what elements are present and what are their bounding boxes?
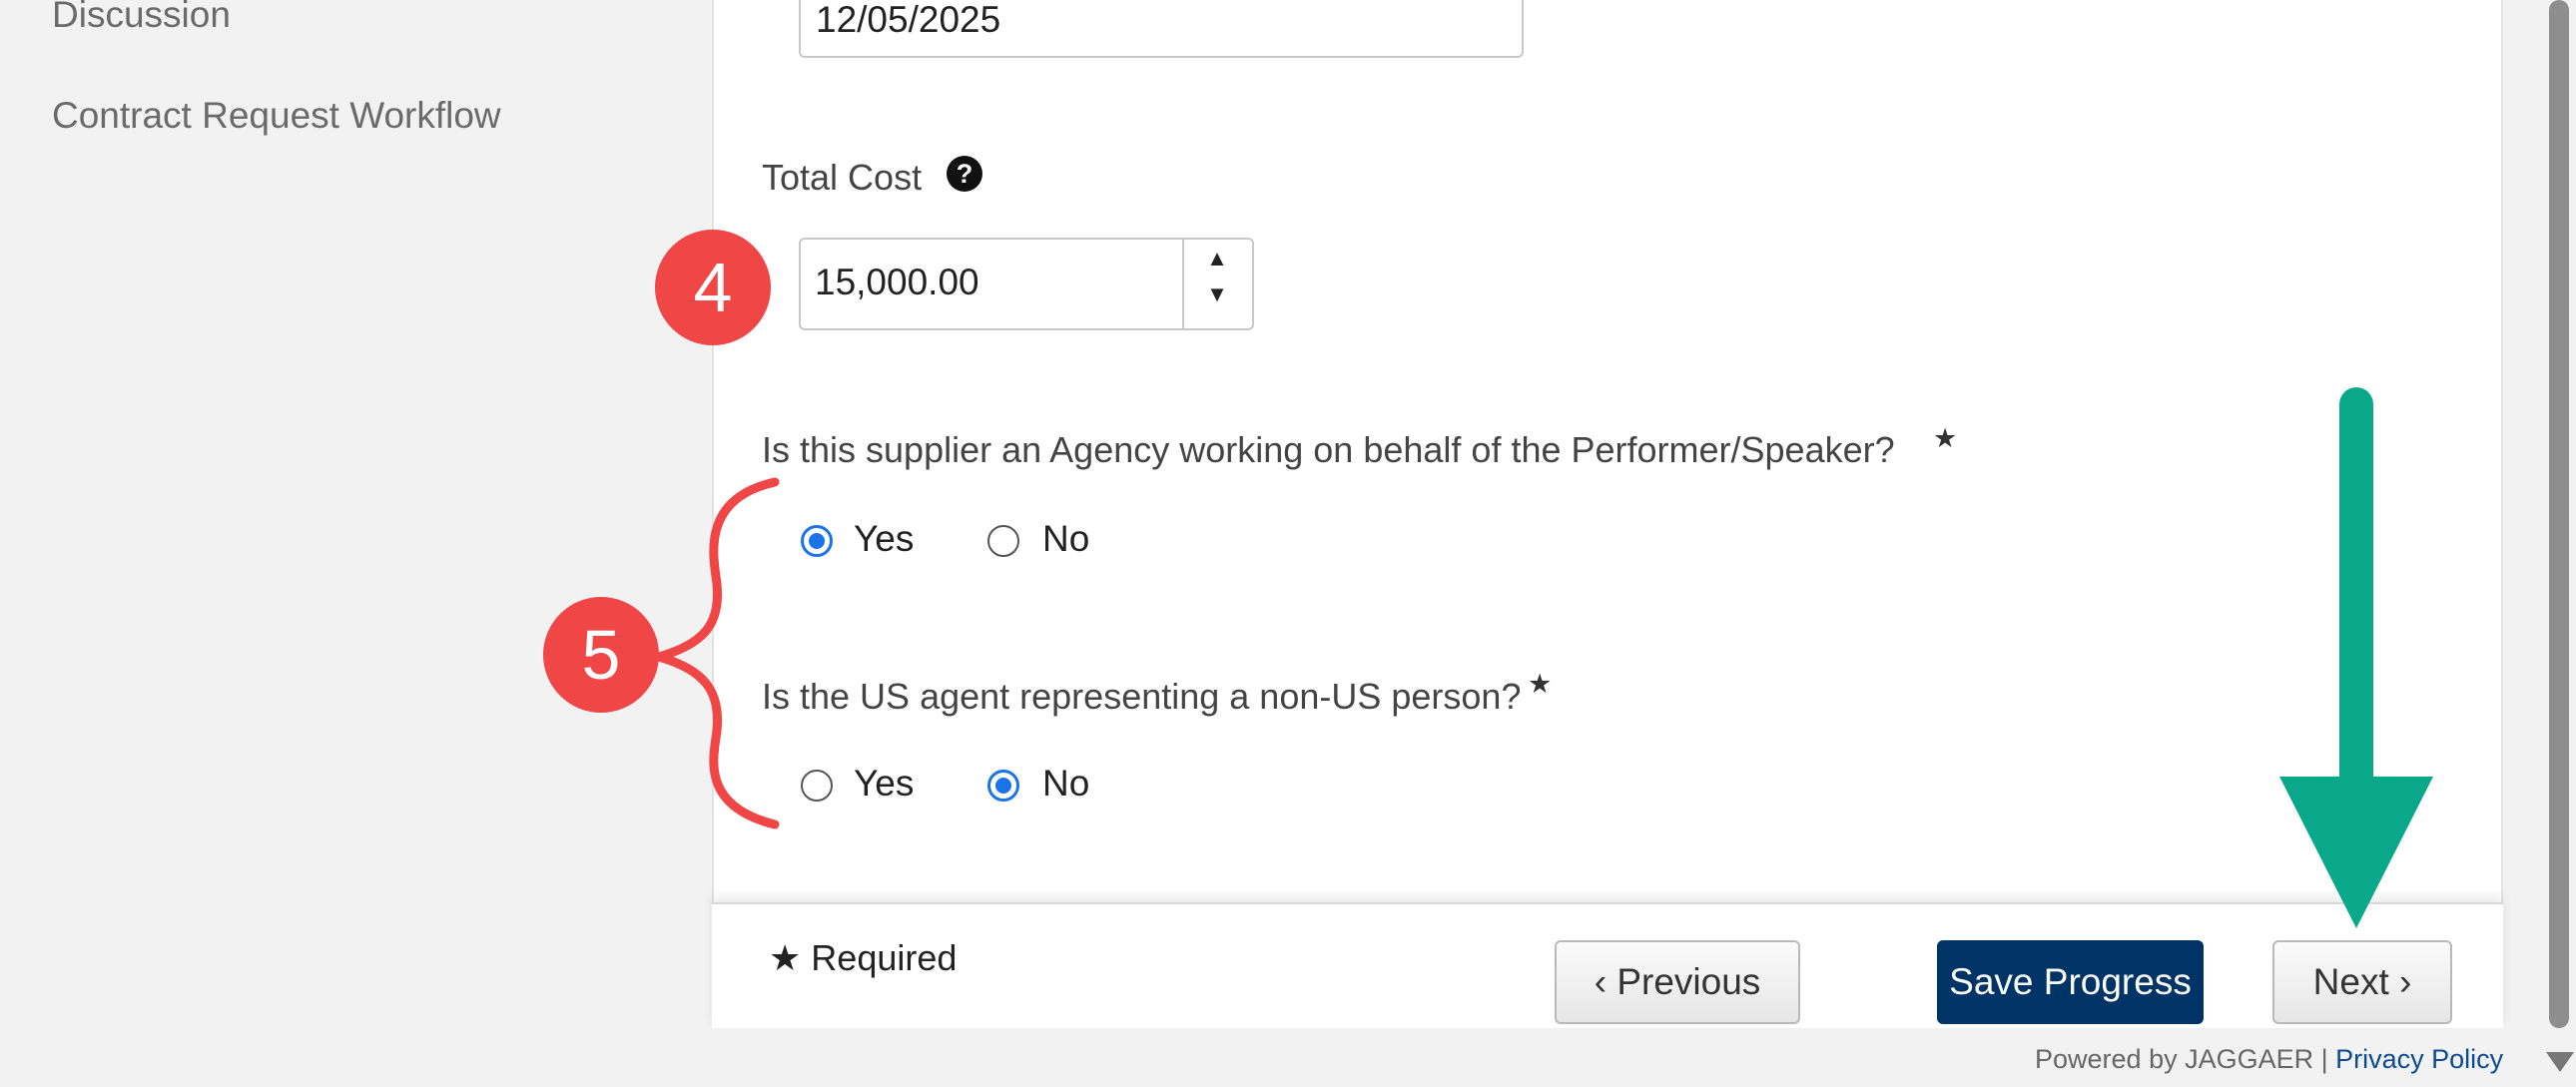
curly-brace-icon — [642, 477, 780, 829]
down-arrow-head-icon — [2279, 777, 2433, 928]
annotation-overlay — [642, 387, 2433, 928]
screen: Discussion Contract Request Workflow 12/… — [0, 0, 2576, 1087]
